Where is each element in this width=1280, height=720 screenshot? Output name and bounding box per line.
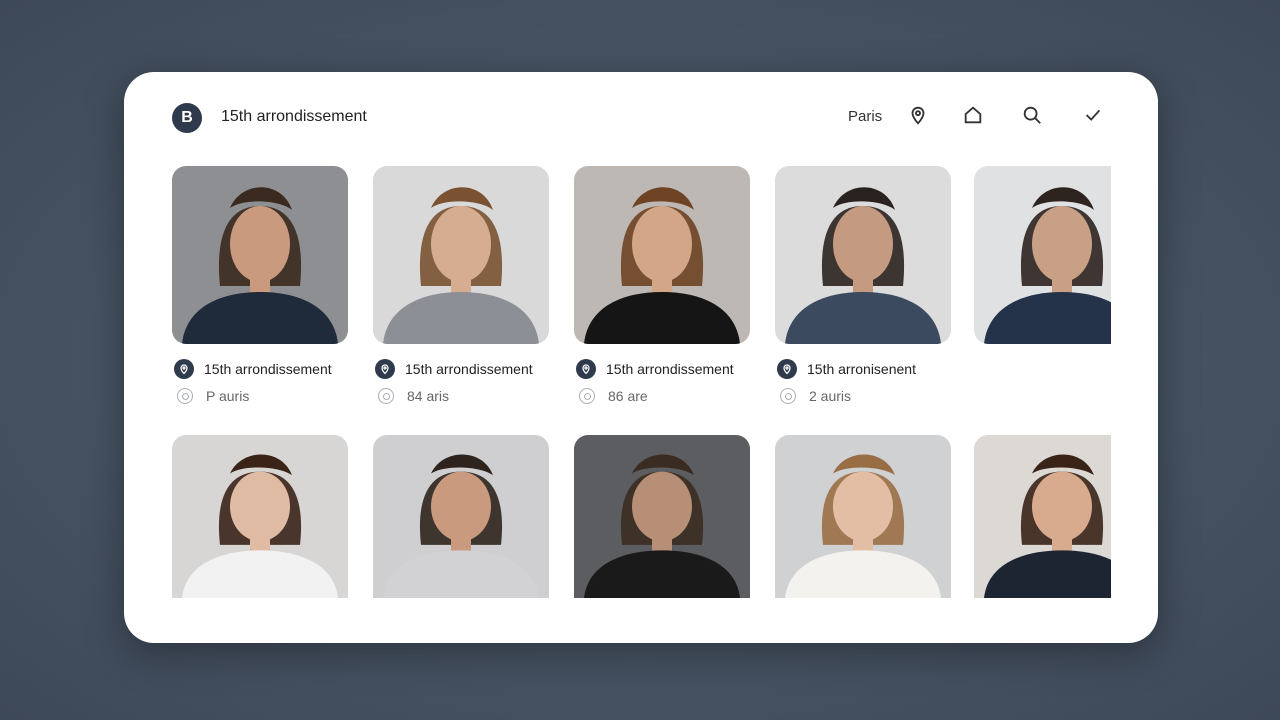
header: B 15th arrondissement Paris <box>124 72 1158 162</box>
distance-icon <box>579 388 595 404</box>
location-row: 15th arrondissement <box>174 359 332 379</box>
check-icon[interactable] <box>1081 103 1105 127</box>
person-card[interactable] <box>172 435 348 598</box>
profile-photo[interactable] <box>172 166 348 344</box>
location-label: 15th arrondissement <box>606 361 734 377</box>
person-card[interactable] <box>373 435 549 598</box>
person-card[interactable]: 15th arrondissement 84 aris <box>373 166 549 404</box>
person-card[interactable]: 15th arodismerv28 aris <box>974 166 1111 344</box>
profile-photo[interactable] <box>172 435 348 598</box>
subinfo-label: P auris <box>206 388 250 404</box>
person-card[interactable]: 15th arrondissement P auris <box>172 166 348 404</box>
distance-icon <box>780 388 796 404</box>
subinfo-label: 2 auris <box>809 388 852 404</box>
person-card[interactable] <box>974 435 1111 598</box>
person-card[interactable]: 15th arronisenent 2 auris <box>775 166 951 404</box>
page-title: 15th arrondissement <box>221 108 367 125</box>
profile-photo[interactable] <box>974 166 1111 344</box>
search-icon[interactable] <box>1020 103 1044 127</box>
profile-photo[interactable] <box>373 435 549 598</box>
profile-photo[interactable] <box>574 166 750 344</box>
location-pin-icon <box>777 359 797 379</box>
distance-icon <box>177 388 193 404</box>
subinfo-row: 2 auris <box>777 388 851 404</box>
person-card[interactable] <box>574 435 750 598</box>
location-pin-icon <box>174 359 194 379</box>
city-label: Paris <box>848 108 883 125</box>
location-label: 15th arrondissement <box>405 361 533 377</box>
subinfo-label: 84 aris <box>407 388 450 404</box>
subinfo-row: P auris <box>174 388 249 404</box>
distance-icon <box>378 388 394 404</box>
profile-photo[interactable] <box>775 166 951 344</box>
subinfo-row: 86 are <box>576 388 648 404</box>
app-logo[interactable]: B <box>172 103 202 133</box>
subinfo-label: 86 are <box>608 388 648 404</box>
profile-photo[interactable] <box>373 166 549 344</box>
location-label: 15th arrondissement <box>204 361 332 377</box>
person-card[interactable] <box>775 435 951 598</box>
location-label: 15th arronisenent <box>807 361 916 377</box>
profile-photo[interactable] <box>574 435 750 598</box>
location-row: 15th arrondissement <box>375 359 533 379</box>
location-row: 15th arronisenent <box>777 359 916 379</box>
subinfo-row: 84 aris <box>375 388 449 404</box>
results-card: B 15th arrondissement Paris 15th arrondi… <box>124 72 1158 643</box>
home-icon[interactable] <box>961 103 985 127</box>
location-pin-icon <box>576 359 596 379</box>
location-pin-icon[interactable] <box>906 103 930 127</box>
profile-photo[interactable] <box>974 435 1111 598</box>
person-card[interactable]: 15th arrondissement 86 are <box>574 166 750 404</box>
location-row: 15th arrondissement <box>576 359 734 379</box>
profile-photo[interactable] <box>775 435 951 598</box>
location-pin-icon <box>375 359 395 379</box>
